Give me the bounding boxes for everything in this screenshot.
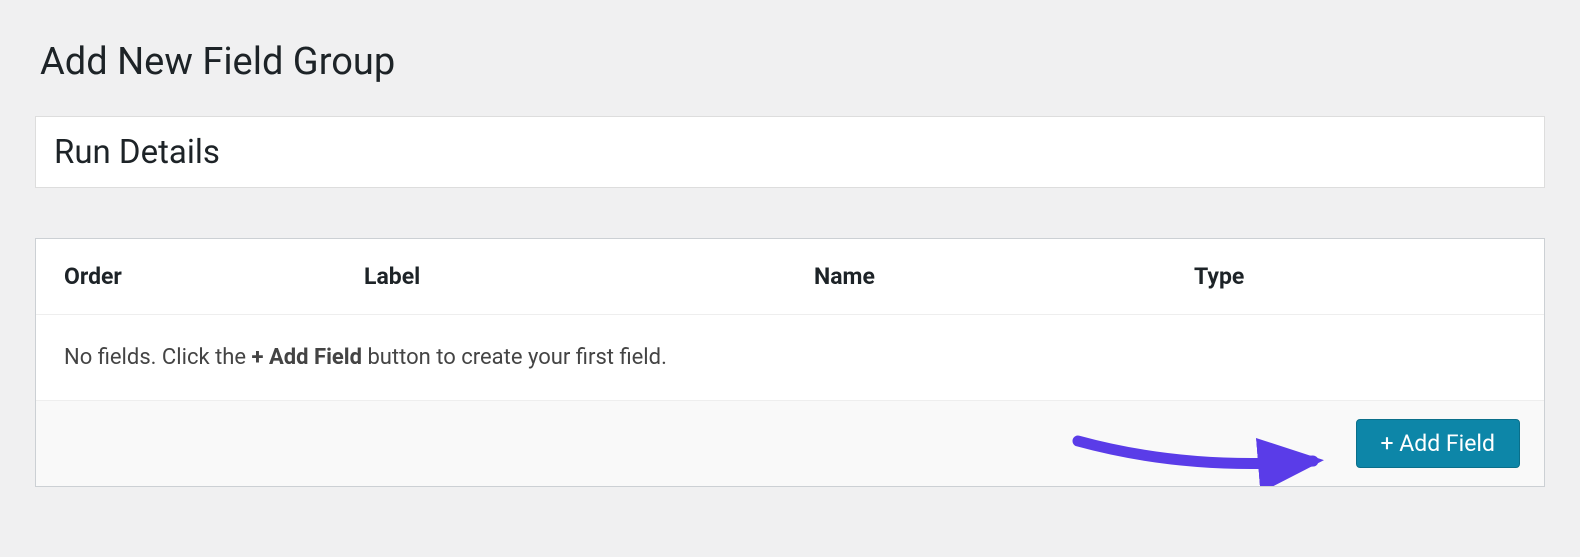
column-header-order: Order bbox=[36, 239, 336, 315]
field-group-title-input[interactable] bbox=[35, 116, 1545, 188]
add-field-button[interactable]: + Add Field bbox=[1356, 419, 1520, 468]
column-header-label: Label bbox=[336, 239, 786, 315]
no-fields-suffix: button to create your first field. bbox=[362, 345, 667, 370]
column-header-type: Type bbox=[1166, 239, 1544, 315]
column-header-name: Name bbox=[786, 239, 1166, 315]
no-fields-row: No fields. Click the + Add Field button … bbox=[36, 315, 1544, 401]
fields-table: Order Label Name Type No fields. Click t… bbox=[36, 239, 1544, 401]
no-fields-message: No fields. Click the + Add Field button … bbox=[36, 315, 1544, 401]
table-footer: + Add Field bbox=[36, 401, 1544, 486]
fields-postbox: Order Label Name Type No fields. Click t… bbox=[35, 238, 1545, 487]
no-fields-prefix: No fields. Click the bbox=[64, 345, 252, 370]
page-title: Add New Field Group bbox=[35, 40, 1545, 84]
no-fields-bold: + Add Field bbox=[252, 345, 362, 370]
